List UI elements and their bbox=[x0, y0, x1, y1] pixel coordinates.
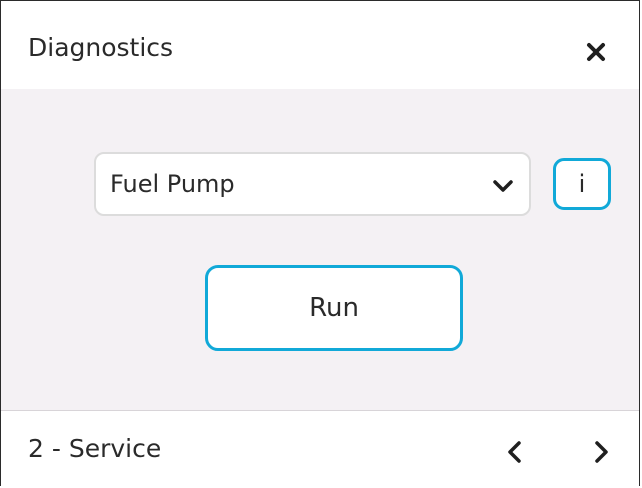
dialog-body: Fuel Pump i Run bbox=[1, 89, 639, 411]
dialog-header: Diagnostics bbox=[1, 1, 639, 89]
page-label: 2 - Service bbox=[28, 434, 162, 463]
info-button-label: i bbox=[578, 170, 586, 198]
previous-page-button[interactable] bbox=[501, 438, 529, 466]
component-select-value: Fuel Pump bbox=[110, 170, 235, 198]
dialog-title: Diagnostics bbox=[28, 33, 174, 62]
chevron-left-icon bbox=[508, 441, 521, 463]
run-button[interactable]: Run bbox=[205, 265, 463, 351]
chevron-right-icon bbox=[595, 441, 608, 463]
dialog-footer: 2 - Service bbox=[1, 411, 639, 487]
diagnostics-dialog: Diagnostics Fuel Pump i Run 2 - Service bbox=[0, 0, 640, 487]
chevron-down-icon bbox=[493, 180, 513, 192]
close-button[interactable] bbox=[581, 37, 611, 67]
close-icon bbox=[587, 43, 605, 61]
run-button-label: Run bbox=[309, 293, 359, 323]
component-select[interactable]: Fuel Pump bbox=[94, 152, 531, 216]
next-page-button[interactable] bbox=[587, 438, 615, 466]
info-button[interactable]: i bbox=[553, 158, 611, 210]
